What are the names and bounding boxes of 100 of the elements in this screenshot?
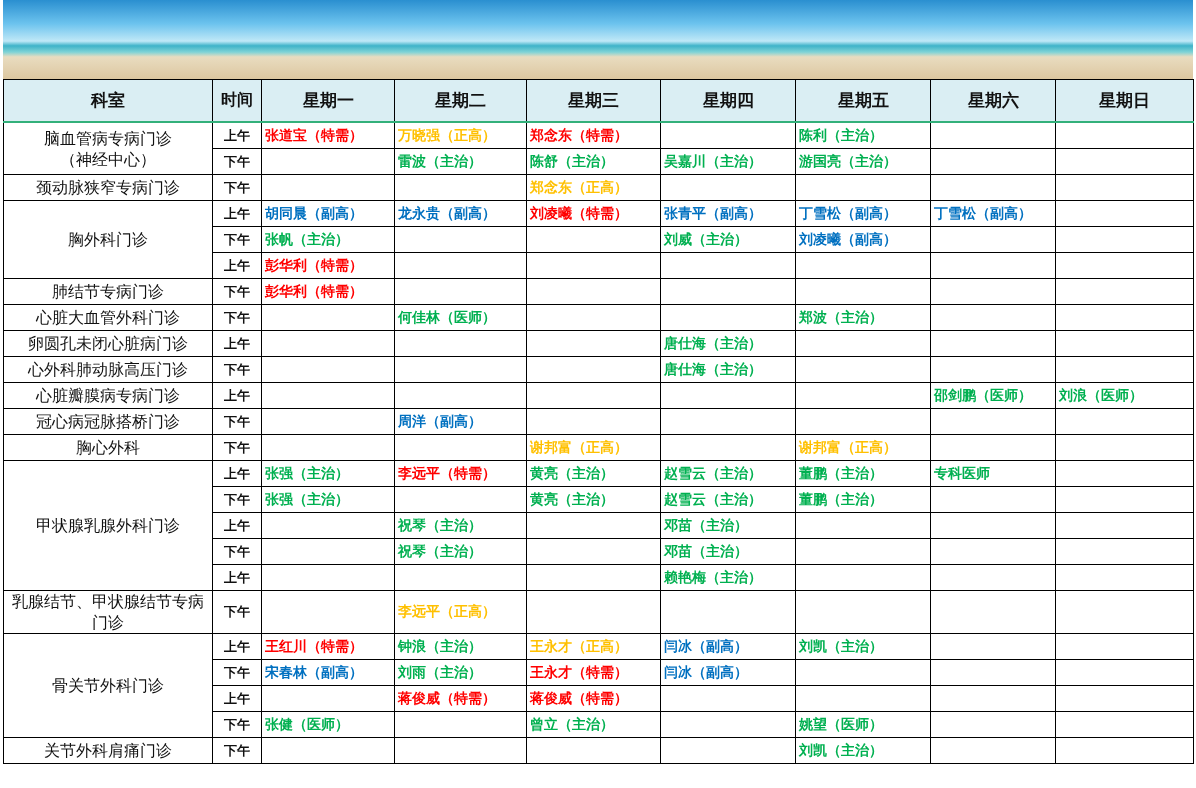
doctor-cell: 姚望（医师） [795,711,931,738]
doctor-cell: 张健（医师） [261,711,395,738]
doctor-cell: 曾立（主治） [526,711,661,738]
doctor-cell: 陈舒（主治） [526,148,661,175]
department-cell: 卵圆孔未闭心脏病门诊 [3,330,213,357]
doctor-cell: 谢邦富（正高） [526,434,661,461]
time-cell: 上午 [212,685,262,712]
doctor-cell: 李远平（正高） [394,590,527,634]
time-cell: 下午 [212,659,262,686]
doctor-cell: 刘凯（主治） [795,737,931,764]
doctor-cell: 张道宝（特需） [261,122,395,149]
time-cell: 下午 [212,356,262,383]
doctor-cell: 雷波（主治） [394,148,527,175]
column-header: 星期一 [261,79,395,122]
time-cell: 下午 [212,711,262,738]
doctor-cell: 万晓强（正高） [394,122,527,149]
time-cell: 上午 [212,330,262,357]
doctor-cell: 蒋俊威（特需） [526,685,661,712]
doctor-cell: 闫冰（副高） [660,633,796,660]
column-header: 星期五 [795,79,931,122]
department-cell: 骨关节外科门诊 [3,633,213,738]
doctor-cell: 唐仕海（主治） [660,356,796,383]
doctor-cell: 专科医师 [930,460,1056,487]
doctor-cell: 胡同晨（副高） [261,200,395,227]
doctor-cell: 龙永贵（副高） [394,200,527,227]
column-header: 星期三 [526,79,661,122]
time-cell: 上午 [212,633,262,660]
department-cell: 乳腺结节、甲状腺结节专病门诊 [3,590,213,634]
doctor-cell: 邓苗（主治） [660,512,796,539]
time-cell: 下午 [212,174,262,201]
department-cell: 心脏瓣膜病专病门诊 [3,382,213,409]
doctor-cell: 黄亮（主治） [526,460,661,487]
doctor-cell: 何佳林（医师） [394,304,527,331]
doctor-cell: 张帆（主治） [261,226,395,253]
time-cell: 下午 [212,486,262,513]
time-cell: 上午 [212,200,262,227]
department-cell: 甲状腺乳腺外科门诊 [3,460,213,591]
doctor-cell: 李远平（特需） [394,460,527,487]
doctor-cell: 陈利（主治） [795,122,931,149]
department-name: 脑血管病专病门诊 [43,127,173,149]
doctor-cell: 黄亮（主治） [526,486,661,513]
doctor-cell: 刘凌曦（副高） [795,226,931,253]
doctor-cell: 张强（主治） [261,460,395,487]
time-cell: 下午 [212,278,262,305]
time-cell: 下午 [212,304,262,331]
time-cell: 上午 [212,460,262,487]
department-cell: 肺结节专病门诊 [3,278,213,305]
doctor-cell: 彭华利（特需） [261,278,395,305]
time-cell: 下午 [212,226,262,253]
column-header: 星期日 [1055,79,1194,122]
doctor-cell: 王永才（正高） [526,633,661,660]
column-header: 时间 [212,79,262,122]
doctor-cell: 王红川（特需） [261,633,395,660]
doctor-cell: 董鹏（主治） [795,486,931,513]
time-cell: 上午 [212,122,262,149]
doctor-cell: 丁雪松（副高） [795,200,931,227]
doctor-cell: 闫冰（副高） [660,659,796,686]
doctor-cell: 刘威（主治） [660,226,796,253]
department-note: （神经中心） [59,148,157,170]
doctor-cell: 祝琴（主治） [394,512,527,539]
column-header: 星期四 [660,79,796,122]
department-cell: 胸心外科 [3,434,213,461]
doctor-cell: 刘凌曦（特需） [526,200,661,227]
time-cell: 上午 [212,564,262,591]
doctor-cell: 祝琴（主治） [394,538,527,565]
doctor-cell: 赵雪云（主治） [660,460,796,487]
doctor-cell: 赖艳梅（主治） [660,564,796,591]
time-cell: 下午 [212,148,262,175]
doctor-cell: 赵雪云（主治） [660,486,796,513]
department-cell: 心外科肺动脉高压门诊 [3,356,213,383]
time-cell: 下午 [212,737,262,764]
doctor-cell: 张青平（副高） [660,200,796,227]
doctor-cell: 邓苗（主治） [660,538,796,565]
doctor-cell: 丁雪松（副高） [930,200,1056,227]
doctor-cell: 宋春林（副高） [261,659,395,686]
time-cell: 上午 [212,252,262,279]
doctor-cell: 刘凯（主治） [795,633,931,660]
time-cell: 下午 [212,434,262,461]
doctor-cell: 周洋（副高） [394,408,527,435]
doctor-cell: 董鹏（主治） [795,460,931,487]
time-cell: 下午 [212,538,262,565]
department-cell: 冠心病冠脉搭桥门诊 [3,408,213,435]
doctor-cell: 谢邦富（正高） [795,434,931,461]
doctor-cell: 游国亮（主治） [795,148,931,175]
column-header: 星期六 [930,79,1056,122]
doctor-cell: 邵剑鹏（医师） [930,382,1056,409]
time-cell: 上午 [212,382,262,409]
doctor-cell: 郑波（主治） [795,304,931,331]
column-header: 星期二 [394,79,527,122]
department-cell: 心脏大血管外科门诊 [3,304,213,331]
doctor-cell: 蒋俊威（特需） [394,685,527,712]
department-cell: 胸外科门诊 [3,200,213,279]
department-cell: 颈动脉狭窄专病门诊 [3,174,213,201]
time-cell: 上午 [212,512,262,539]
doctor-cell: 王永才（特需） [526,659,661,686]
time-cell: 下午 [212,408,262,435]
doctor-cell: 郑念东（特需） [526,122,661,149]
column-header: 科室 [3,79,213,122]
doctor-cell: 刘浪（医师） [1055,382,1194,409]
doctor-cell: 唐仕海（主治） [660,330,796,357]
